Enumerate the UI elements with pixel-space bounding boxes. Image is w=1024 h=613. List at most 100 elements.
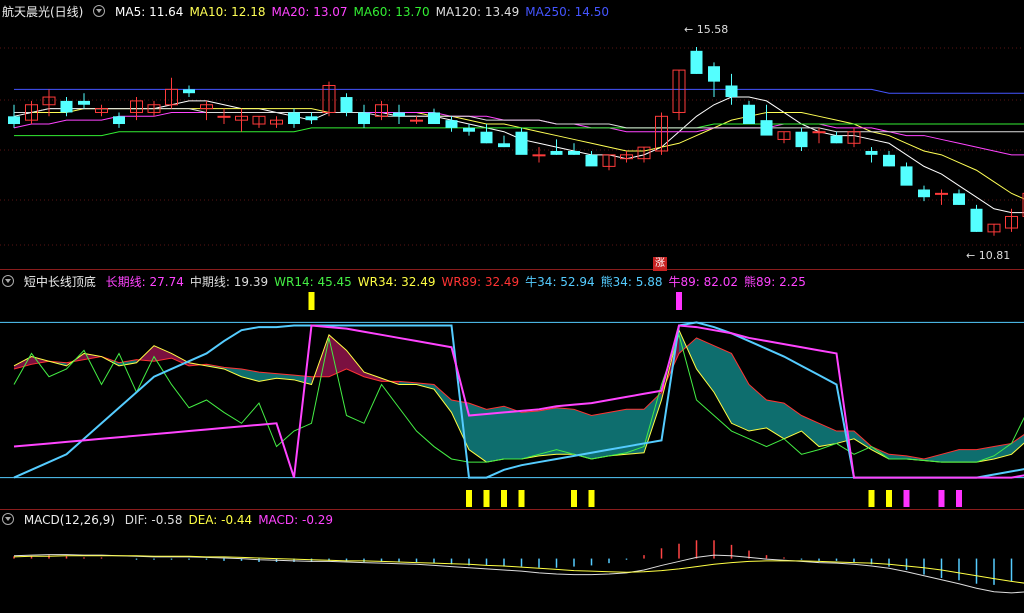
ma-label-4: MA120: 13.49 bbox=[435, 5, 520, 19]
candle-body bbox=[288, 112, 300, 125]
price-panel-header: 航天晨光(日线) MA5: 11.64 MA10: 12.18 MA20: 13.0… bbox=[2, 3, 621, 21]
high-price-label: ← 15.58 bbox=[684, 23, 729, 36]
candle-body bbox=[935, 192, 948, 195]
candle-body bbox=[305, 116, 318, 121]
bottom-signal-marker bbox=[938, 490, 945, 507]
candle-body bbox=[78, 100, 90, 105]
candle-body bbox=[8, 116, 20, 125]
candle-body bbox=[760, 120, 773, 136]
candle-body bbox=[113, 116, 125, 125]
bottom-signal-marker bbox=[518, 490, 525, 507]
candle-body bbox=[830, 135, 843, 144]
bottom-signal-marker bbox=[588, 490, 595, 507]
candle-body bbox=[393, 112, 405, 117]
candle-body bbox=[708, 66, 720, 82]
ma-label-1: MA10: 12.18 bbox=[189, 5, 266, 19]
candle-body bbox=[690, 50, 703, 74]
bottom-signal-marker bbox=[956, 490, 962, 507]
stock-title: 航天晨光(日线) bbox=[2, 5, 84, 19]
indicator-label-1: 中期线: 19.39 bbox=[189, 275, 269, 289]
panel-menu-icon[interactable] bbox=[2, 275, 14, 287]
cloud-segment bbox=[696, 337, 714, 393]
cloud-segment bbox=[731, 353, 749, 432]
candle-body bbox=[340, 97, 353, 113]
candle-body bbox=[550, 150, 563, 155]
cloud-segment bbox=[539, 407, 557, 456]
cloud-segment bbox=[504, 406, 522, 459]
candle-body bbox=[812, 131, 826, 134]
indicator-panel: 短中长线顶底 长期线: 27.74 中期线: 19.39 WR14: 45.45 WR… bbox=[0, 270, 1024, 510]
ma-label-5: MA250: 14.50 bbox=[525, 5, 609, 19]
cloud-segment bbox=[714, 345, 732, 424]
candle-body bbox=[410, 119, 423, 122]
cloud-segment bbox=[801, 415, 819, 447]
macd-panel: MACD(12,26,9) DIF: -0.58 DEA: -0.44 MACD: … bbox=[0, 510, 1024, 613]
indicator-label-5: 牛34: 52.94 bbox=[525, 275, 595, 289]
candle-body bbox=[217, 115, 231, 118]
candle-body bbox=[743, 104, 755, 125]
candle-body bbox=[585, 154, 598, 167]
ma-label-0: MA5: 11.64 bbox=[115, 5, 184, 19]
candle-body bbox=[183, 89, 195, 94]
ma-label-3: MA60: 13.70 bbox=[353, 5, 430, 19]
indicator-chart[interactable] bbox=[0, 270, 1024, 510]
candle-body bbox=[865, 150, 878, 155]
panel-menu-icon[interactable] bbox=[93, 5, 106, 17]
candle-body bbox=[498, 143, 510, 148]
macd-panel-header: MACD(12,26,9) DIF: -0.58 DEA: -0.44 MACD: … bbox=[2, 511, 345, 529]
ma-label-2: MA20: 13.07 bbox=[271, 5, 348, 19]
candle-body bbox=[463, 127, 475, 132]
candle-body bbox=[970, 208, 983, 232]
indicator-label-3: WR34: 32.49 bbox=[357, 275, 436, 289]
bottom-signal-marker bbox=[571, 490, 577, 507]
indicator-panel-header: 短中长线顶底 长期线: 27.74 中期线: 19.39 WR14: 45.45 WR… bbox=[2, 273, 818, 291]
cloud-segment bbox=[469, 403, 487, 463]
cloud-segment bbox=[959, 449, 977, 463]
candle-body bbox=[428, 112, 440, 125]
candle-body bbox=[953, 193, 965, 205]
macd-label-2: MACD: -0.29 bbox=[258, 513, 334, 527]
panel-menu-icon[interactable] bbox=[2, 513, 14, 525]
low-price-label: ← 10.81 bbox=[966, 249, 1011, 262]
candle-body bbox=[883, 154, 895, 167]
candle-body bbox=[358, 112, 370, 125]
dif-line bbox=[13, 554, 1024, 594]
bottom-signal-marker bbox=[868, 490, 875, 507]
bottom-signal-marker bbox=[466, 490, 472, 507]
price-panel: 航天晨光(日线) MA5: 11.64 MA10: 12.18 MA20: 13.0… bbox=[0, 0, 1024, 271]
candle-body bbox=[795, 131, 808, 148]
indicator-label-8: 熊89: 2.25 bbox=[744, 275, 806, 289]
cloud-segment bbox=[784, 403, 802, 439]
price-chart[interactable] bbox=[0, 0, 1024, 270]
candle-body bbox=[515, 131, 528, 155]
candle-body bbox=[900, 166, 913, 186]
indicator-label-7: 牛89: 82.02 bbox=[668, 275, 738, 289]
dea-line bbox=[13, 555, 1024, 584]
top-signal-marker bbox=[308, 292, 315, 310]
candle-body bbox=[480, 131, 493, 144]
cloud-segment bbox=[749, 384, 767, 432]
macd-label-1: DEA: -0.44 bbox=[188, 513, 253, 527]
indicator-label-6: 熊34: 5.88 bbox=[600, 275, 663, 289]
candle-body bbox=[918, 189, 930, 198]
top-signal-marker bbox=[676, 292, 682, 310]
indicator-label-0: 长期线: 27.74 bbox=[105, 275, 184, 289]
macd-title: MACD(12,26,9) bbox=[23, 513, 115, 527]
candle-body bbox=[725, 85, 738, 98]
zhang-badge: 涨 bbox=[653, 257, 667, 271]
cloud-segment bbox=[556, 407, 574, 455]
cloud-segment bbox=[574, 409, 592, 459]
bottom-signal-marker bbox=[483, 490, 490, 507]
candle-body bbox=[60, 100, 73, 113]
candle-body bbox=[445, 120, 458, 128]
candle-body bbox=[568, 150, 580, 155]
indicator-title: 短中长线顶底 bbox=[23, 275, 96, 289]
cloud-segment bbox=[521, 410, 539, 459]
bottom-signal-marker bbox=[903, 490, 910, 507]
indicator-label-2: WR14: 45.45 bbox=[274, 275, 352, 289]
candle-body bbox=[532, 154, 546, 157]
bottom-signal-marker bbox=[501, 490, 507, 507]
macd-label-0: DIF: -0.58 bbox=[124, 513, 183, 527]
indicator-label-4: WR89: 32.49 bbox=[441, 275, 520, 289]
bottom-signal-marker bbox=[886, 490, 892, 507]
